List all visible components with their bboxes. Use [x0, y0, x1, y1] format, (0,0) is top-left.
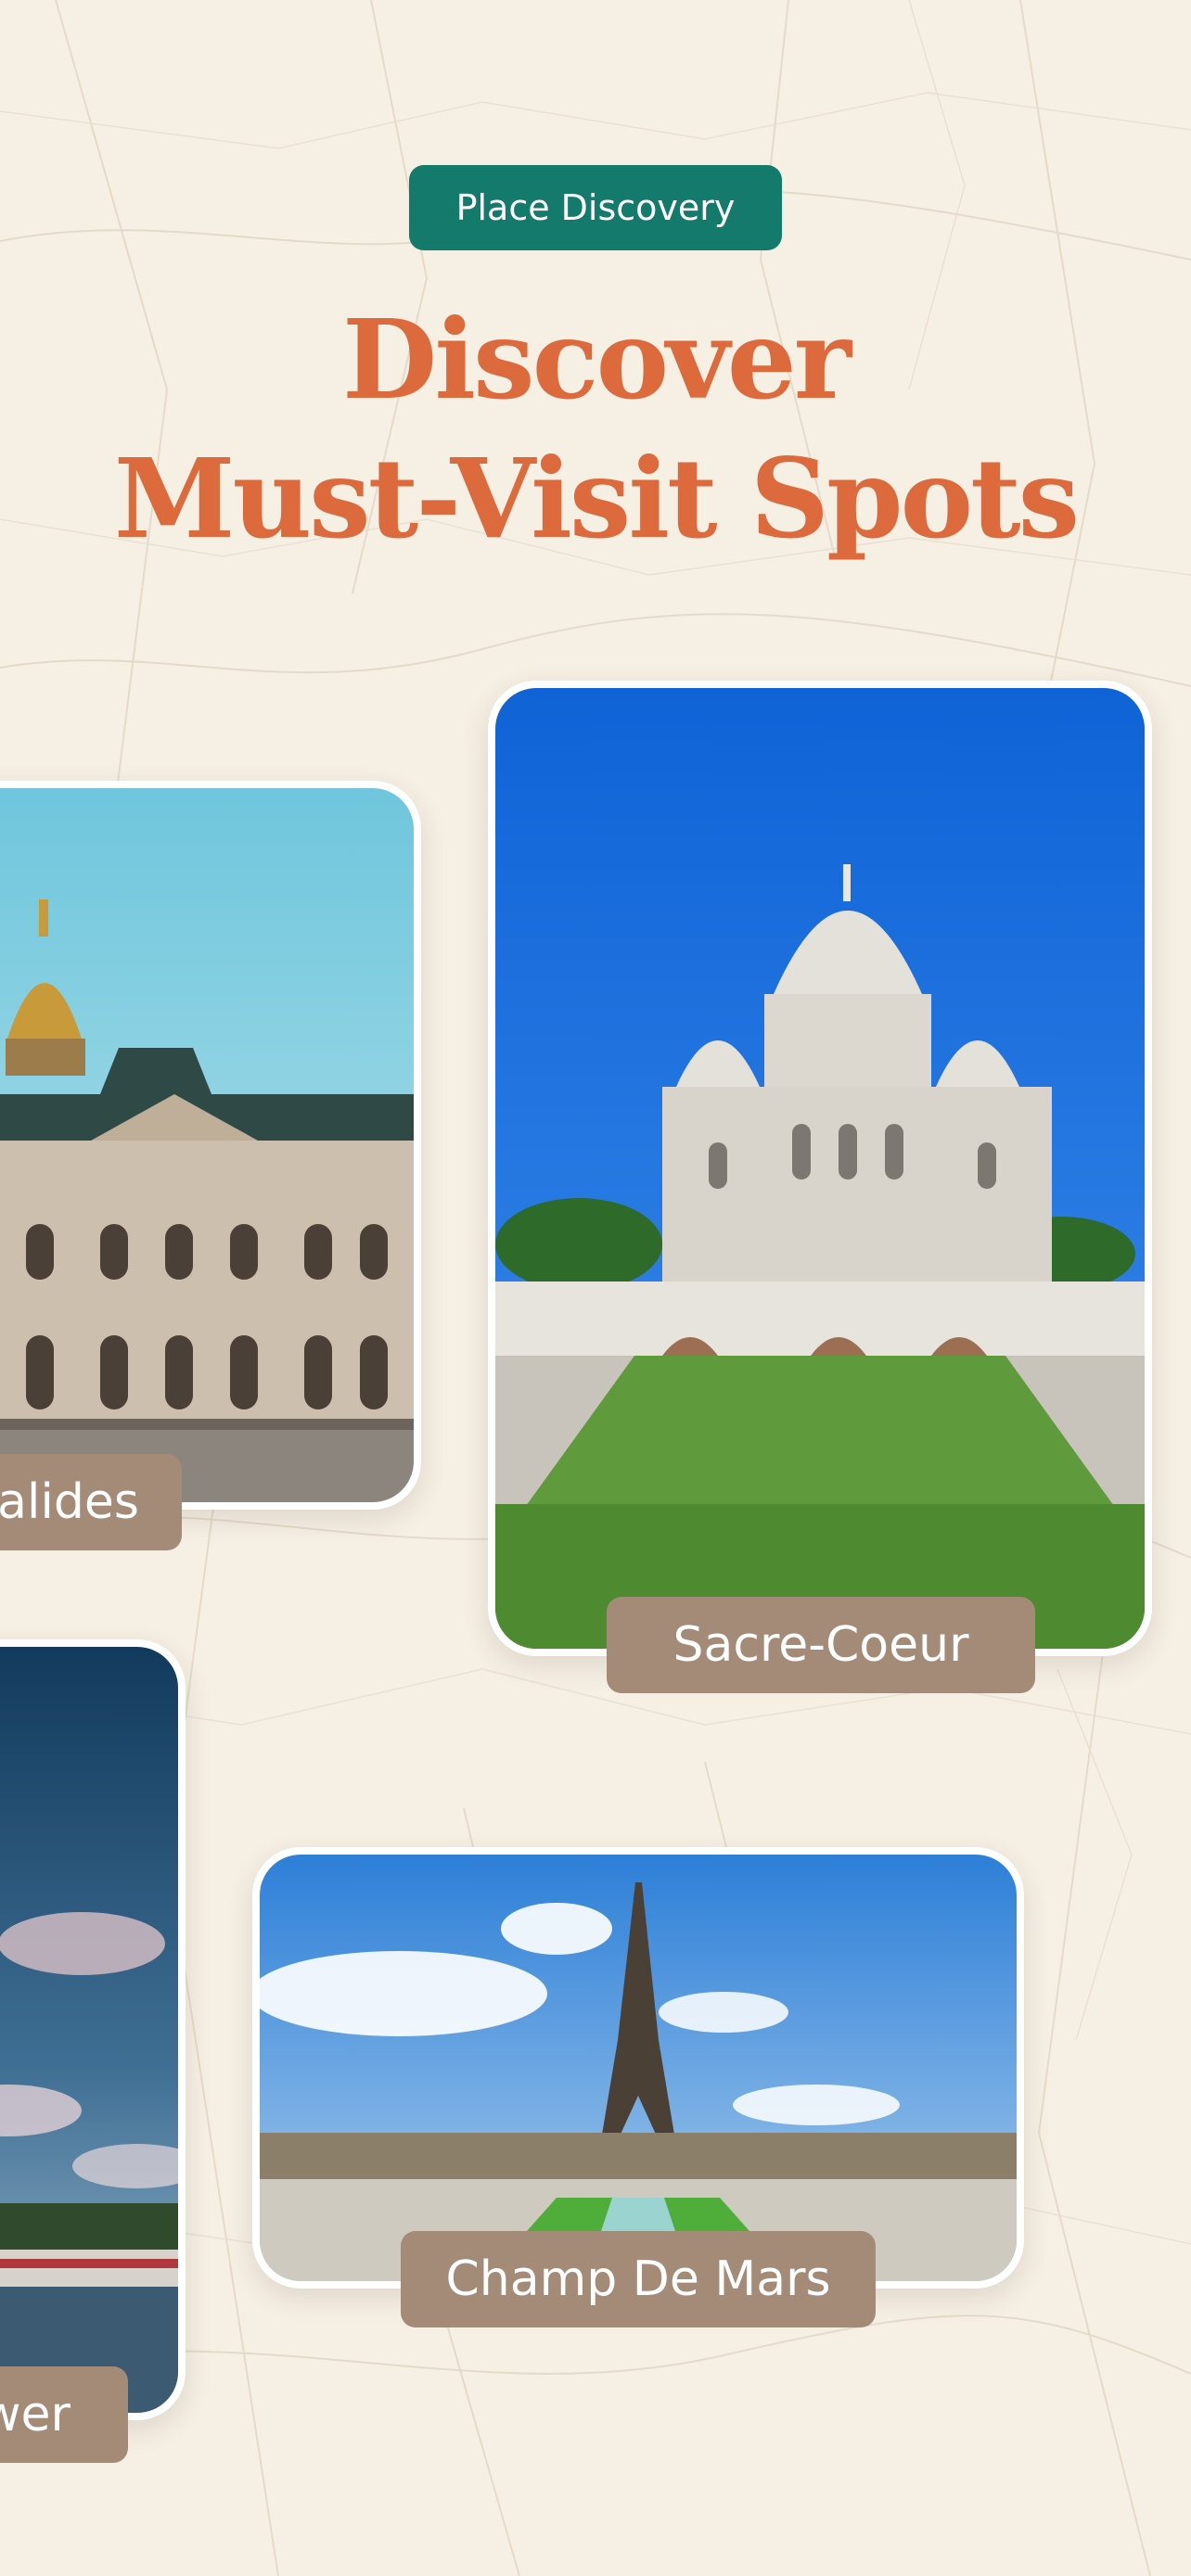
card-label-sacre-coeur: Sacre-Coeur — [607, 1597, 1035, 1693]
champ-de-mars-photo — [260, 1855, 1017, 2281]
place-discovery-badge: Place Discovery — [409, 165, 782, 250]
card-label-eiffel-tower: wer — [0, 2366, 128, 2463]
place-card-eiffel-tower[interactable] — [0, 1639, 186, 2420]
les-invalides-photo — [0, 788, 414, 1502]
eiffel-tower-river-photo — [0, 1647, 178, 2413]
sacre-coeur-photo — [495, 688, 1145, 1649]
place-card-champ-de-mars[interactable] — [252, 1847, 1024, 2289]
page-title-line-2: Must-Visit Spots — [113, 434, 1080, 563]
page-title-line-1: Discover — [342, 295, 852, 424]
card-label-invalides: alides — [0, 1454, 182, 1550]
place-card-sacre-coeur[interactable] — [488, 681, 1152, 1656]
card-label-champ-de-mars: Champ De Mars — [401, 2231, 876, 2327]
place-card-invalides[interactable] — [0, 781, 421, 1510]
